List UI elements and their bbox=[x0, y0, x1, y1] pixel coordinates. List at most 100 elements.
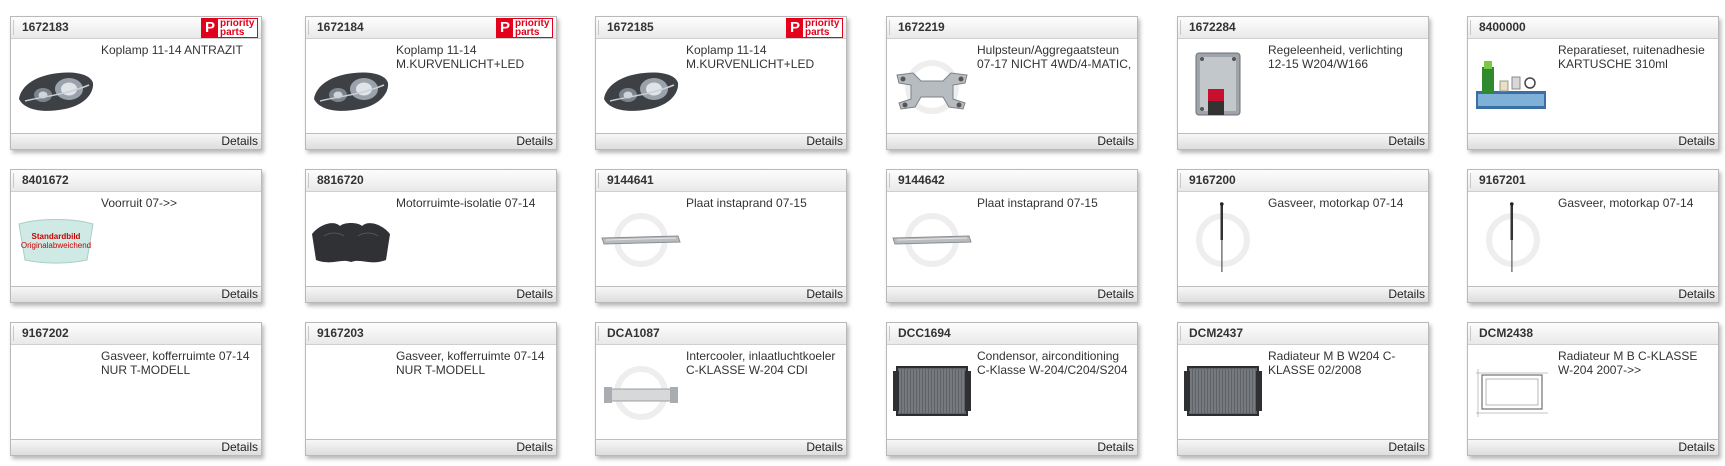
priority-parts-badge: Ppriority parts bbox=[201, 18, 258, 38]
details-link[interactable]: Details bbox=[516, 288, 553, 301]
article-number[interactable]: 1672184 bbox=[317, 20, 364, 34]
article-number[interactable]: 9167200 bbox=[1189, 173, 1236, 187]
headlamp-icon bbox=[604, 72, 679, 111]
article-number[interactable]: 9167202 bbox=[22, 326, 69, 340]
headlamp-icon bbox=[314, 72, 389, 111]
product-image[interactable] bbox=[600, 353, 682, 431]
radiator-icon bbox=[893, 366, 971, 416]
article-number[interactable]: 8400000 bbox=[1479, 20, 1526, 34]
description-line-2: KLASSE 02/2008 bbox=[1268, 363, 1362, 377]
details-link[interactable]: Details bbox=[1097, 135, 1134, 148]
product-card-DCM2438[interactable]: DCM2438 Radiateur M B C-KLASSE W-204 200… bbox=[1467, 322, 1719, 456]
details-link[interactable]: Details bbox=[1678, 135, 1715, 148]
description-line-2: NUR T-MODELL bbox=[396, 363, 486, 377]
card-footer: Details bbox=[11, 439, 261, 455]
product-image[interactable] bbox=[15, 47, 97, 125]
article-number[interactable]: DCC1694 bbox=[898, 326, 951, 340]
product-image[interactable] bbox=[1472, 47, 1554, 125]
product-image[interactable] bbox=[1182, 200, 1264, 278]
product-image[interactable] bbox=[1472, 200, 1554, 278]
product-image[interactable] bbox=[600, 200, 682, 278]
product-card-8400000[interactable]: 8400000 Reparatieset, ruitenadhesie KART… bbox=[1467, 16, 1719, 150]
details-link[interactable]: Details bbox=[1097, 441, 1134, 454]
product-card-1672219[interactable]: 1672219 Hulpsteun/Aggregaatsteun 07-17 N… bbox=[886, 16, 1138, 150]
article-number[interactable]: 1672185 bbox=[607, 20, 654, 34]
details-link[interactable]: Details bbox=[221, 441, 258, 454]
product-card-1672184[interactable]: 1672184 Ppriority parts Koplamp 11-14 M.K… bbox=[305, 16, 557, 150]
card-header: 1672184 Ppriority parts bbox=[306, 17, 556, 39]
article-number[interactable]: 9144641 bbox=[607, 173, 654, 187]
product-image[interactable]: Standardbild Originalabweichend bbox=[15, 200, 97, 278]
article-number[interactable]: 1672219 bbox=[898, 20, 945, 34]
article-number[interactable]: 9144642 bbox=[898, 173, 945, 187]
article-number[interactable]: 1672183 bbox=[22, 20, 69, 34]
article-number[interactable]: DCM2437 bbox=[1189, 326, 1243, 340]
card-footer: Details bbox=[11, 133, 261, 149]
product-card-DCM2437[interactable]: DCM2437 Radiateur M B W204 C- KLASSE 02/… bbox=[1177, 322, 1429, 456]
description-line-1: Koplamp 11-14 bbox=[396, 43, 477, 57]
details-link[interactable]: Details bbox=[1388, 441, 1425, 454]
details-link[interactable]: Details bbox=[516, 441, 553, 454]
details-link[interactable]: Details bbox=[1097, 288, 1134, 301]
article-number[interactable]: 9167201 bbox=[1479, 173, 1526, 187]
gas-strut-icon bbox=[1486, 202, 1540, 272]
details-link[interactable]: Details bbox=[1388, 135, 1425, 148]
card-header: 9144641 bbox=[596, 170, 846, 192]
details-link[interactable]: Details bbox=[1388, 288, 1425, 301]
description-line-1: Koplamp 11-14 ANTRAZIT bbox=[101, 43, 243, 57]
product-card-9167202[interactable]: 9167202 Gasveer, kofferruimte 07-14 NUR … bbox=[10, 322, 262, 456]
product-description: Gasveer, kofferruimte 07-14 NUR T-MODELL bbox=[101, 349, 259, 377]
product-card-8401672[interactable]: 8401672 Standardbild Originalabweichend V… bbox=[10, 169, 262, 303]
product-card-1672183[interactable]: 1672183 Ppriority parts Koplamp 11-14 ANT… bbox=[10, 16, 262, 150]
card-footer: Details bbox=[887, 286, 1137, 302]
product-card-9167200[interactable]: 9167200 Gasveer, motorkap 07-14 Details bbox=[1177, 169, 1429, 303]
card-header: DCM2438 bbox=[1468, 323, 1718, 345]
card-footer: Details bbox=[11, 286, 261, 302]
description-line-2: NUR T-MODELL bbox=[101, 363, 191, 377]
product-card-1672185[interactable]: 1672185 Ppriority parts Koplamp 11-14 M.K… bbox=[595, 16, 847, 150]
product-image[interactable] bbox=[310, 47, 392, 125]
product-card-9144642[interactable]: 9144642 Plaat instaprand 07-15 Details bbox=[886, 169, 1138, 303]
product-image[interactable] bbox=[1182, 353, 1264, 431]
product-image[interactable] bbox=[310, 200, 392, 278]
description-line-1: Gasveer, kofferruimte 07-14 bbox=[396, 349, 545, 363]
article-number[interactable]: DCM2438 bbox=[1479, 326, 1533, 340]
product-image[interactable] bbox=[891, 353, 973, 431]
article-number[interactable]: 1672284 bbox=[1189, 20, 1236, 34]
product-card-1672284[interactable]: 1672284 Regeleenheid, verlichting 12-15 … bbox=[1177, 16, 1429, 150]
details-link[interactable]: Details bbox=[1678, 288, 1715, 301]
details-link[interactable]: Details bbox=[806, 441, 843, 454]
details-link[interactable]: Details bbox=[221, 288, 258, 301]
article-number[interactable]: 9167203 bbox=[317, 326, 364, 340]
product-card-9167203[interactable]: 9167203 Gasveer, kofferruimte 07-14 NUR … bbox=[305, 322, 557, 456]
product-description: Voorruit 07->> bbox=[101, 196, 259, 210]
product-image[interactable] bbox=[15, 353, 97, 431]
product-description: Radiateur M B W204 C- KLASSE 02/2008 bbox=[1268, 349, 1426, 377]
priority-parts-badge: Ppriority parts bbox=[496, 18, 553, 38]
details-link[interactable]: Details bbox=[1678, 441, 1715, 454]
card-footer: Details bbox=[1468, 439, 1718, 455]
product-card-8816720[interactable]: 8816720 Motorruimte-isolatie 07-14 Detai… bbox=[305, 169, 557, 303]
article-number[interactable]: 8816720 bbox=[317, 173, 364, 187]
description-line-1: Gasveer, motorkap 07-14 bbox=[1558, 196, 1694, 210]
card-header: 1672183 Ppriority parts bbox=[11, 17, 261, 39]
details-link[interactable]: Details bbox=[806, 135, 843, 148]
card-header: 9167203 bbox=[306, 323, 556, 345]
details-link[interactable]: Details bbox=[221, 135, 258, 148]
product-image[interactable] bbox=[310, 353, 392, 431]
product-card-9167201[interactable]: 9167201 Gasveer, motorkap 07-14 Details bbox=[1467, 169, 1719, 303]
product-image[interactable] bbox=[1182, 47, 1264, 125]
article-number[interactable]: 8401672 bbox=[22, 173, 69, 187]
article-number[interactable]: DCA1087 bbox=[607, 326, 660, 340]
product-card-DCA1087[interactable]: DCA1087 Intercooler, inlaatluchtkoeler C… bbox=[595, 322, 847, 456]
description-line-1: Plaat instaprand 07-15 bbox=[977, 196, 1098, 210]
product-image[interactable] bbox=[600, 47, 682, 125]
product-image[interactable] bbox=[891, 47, 973, 125]
details-link[interactable]: Details bbox=[516, 135, 553, 148]
product-image[interactable] bbox=[1472, 353, 1554, 431]
product-card-DCC1694[interactable]: DCC1694 Condensor, airconditioning C-Kla… bbox=[886, 322, 1138, 456]
product-image[interactable] bbox=[891, 200, 973, 278]
badge-line-2: parts bbox=[515, 27, 540, 38]
details-link[interactable]: Details bbox=[806, 288, 843, 301]
product-card-9144641[interactable]: 9144641 Plaat instaprand 07-15 Details bbox=[595, 169, 847, 303]
